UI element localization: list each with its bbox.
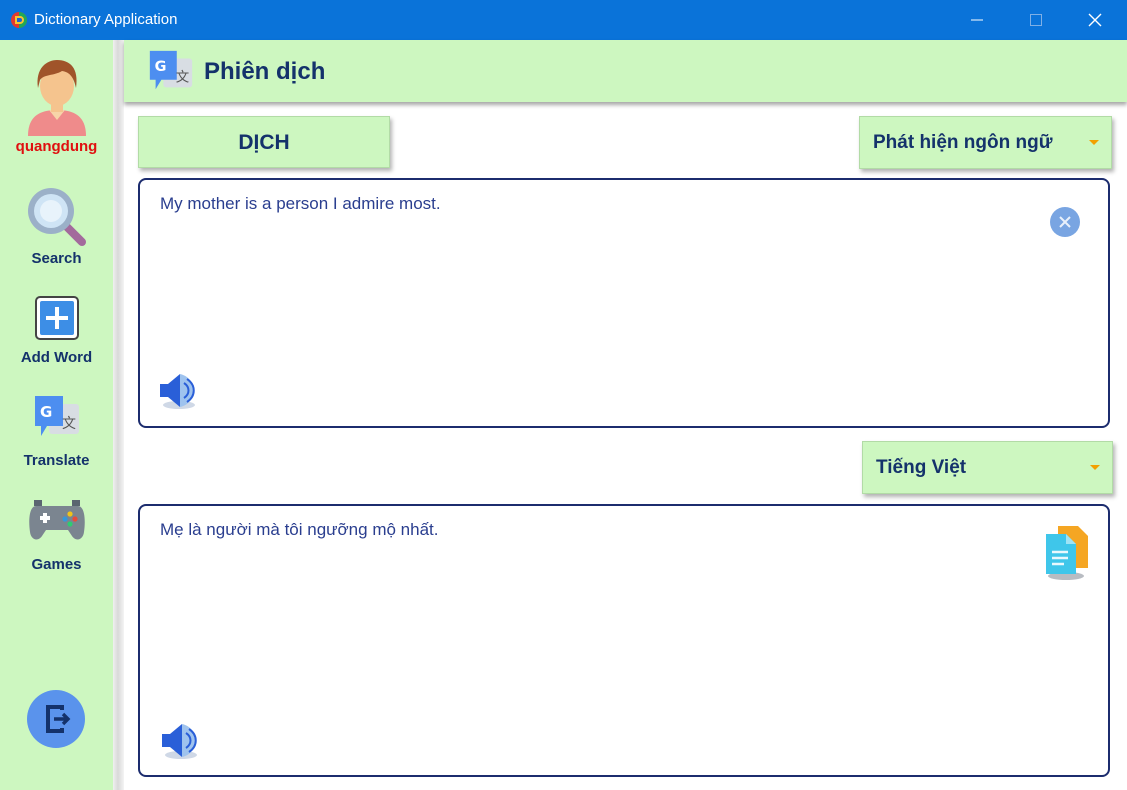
minimize-icon	[971, 19, 983, 21]
svg-text:文: 文	[176, 70, 189, 86]
copy-document-icon	[1046, 526, 1088, 580]
plus-icon	[34, 296, 79, 340]
nav-games[interactable]: Games	[0, 498, 113, 573]
source-speak-button[interactable]	[158, 370, 200, 412]
logout-button[interactable]	[27, 690, 85, 748]
sidebar: quangdung Search Add Word G 文 Translate	[0, 40, 113, 790]
source-language-value: Phát hiện ngôn ngữ	[873, 132, 1053, 153]
target-language-dropdown[interactable]: Tiếng Việt	[862, 441, 1113, 494]
clear-text-button[interactable]	[1050, 207, 1080, 237]
svg-text:G: G	[40, 403, 52, 421]
minimize-button[interactable]	[948, 0, 1006, 40]
nav-search-label: Search	[31, 250, 82, 267]
translate-button[interactable]: DỊCH	[138, 116, 390, 168]
page-title: Phiên dịch	[204, 58, 326, 85]
translate-icon: G 文	[34, 396, 79, 436]
target-language-value: Tiếng Việt	[876, 457, 967, 478]
nav-translate[interactable]: G 文 Translate	[0, 392, 113, 469]
title-bar: Dictionary Application	[0, 0, 1127, 40]
source-text[interactable]: My mother is a person I admire most.	[160, 194, 441, 214]
nav-add-word[interactable]: Add Word	[0, 295, 113, 366]
nav-translate-label: Translate	[23, 452, 90, 469]
username: quangdung	[15, 138, 98, 155]
copy-button[interactable]	[1040, 524, 1090, 582]
clear-icon	[1059, 216, 1071, 228]
chevron-down-icon	[1089, 140, 1099, 145]
target-speak-button[interactable]	[160, 720, 202, 762]
sidebar-divider	[113, 40, 124, 790]
user-avatar-icon	[27, 60, 86, 136]
user-profile[interactable]: quangdung	[0, 58, 113, 155]
svg-text:文: 文	[62, 416, 76, 432]
speaker-icon	[160, 374, 195, 409]
chevron-down-icon	[1090, 465, 1100, 470]
speaker-icon	[162, 724, 197, 759]
source-language-dropdown[interactable]: Phát hiện ngôn ngữ	[859, 116, 1112, 169]
page-header: G 文 Phiên dịch	[124, 40, 1127, 102]
logout-icon	[46, 705, 71, 733]
maximize-button[interactable]	[1007, 0, 1065, 40]
target-text-panel[interactable]: Mẹ là người mà tôi ngưỡng mộ nhất.	[138, 504, 1110, 777]
magnifier-icon	[27, 188, 86, 246]
maximize-icon	[1030, 14, 1042, 26]
gamepad-icon	[28, 500, 85, 540]
nav-search[interactable]: Search	[0, 186, 113, 267]
window-title: Dictionary Application	[34, 11, 178, 28]
close-icon	[1088, 13, 1102, 27]
nav-add-word-label: Add Word	[20, 349, 93, 366]
source-text-panel[interactable]: My mother is a person I admire most.	[138, 178, 1110, 428]
target-text[interactable]: Mẹ là người mà tôi ngưỡng mộ nhất.	[160, 520, 438, 540]
svg-text:G: G	[155, 59, 167, 75]
close-button[interactable]	[1066, 0, 1124, 40]
translate-button-label: DỊCH	[238, 131, 290, 154]
translate-icon: G 文	[149, 50, 193, 90]
app-icon	[11, 12, 27, 28]
nav-games-label: Games	[31, 556, 82, 573]
